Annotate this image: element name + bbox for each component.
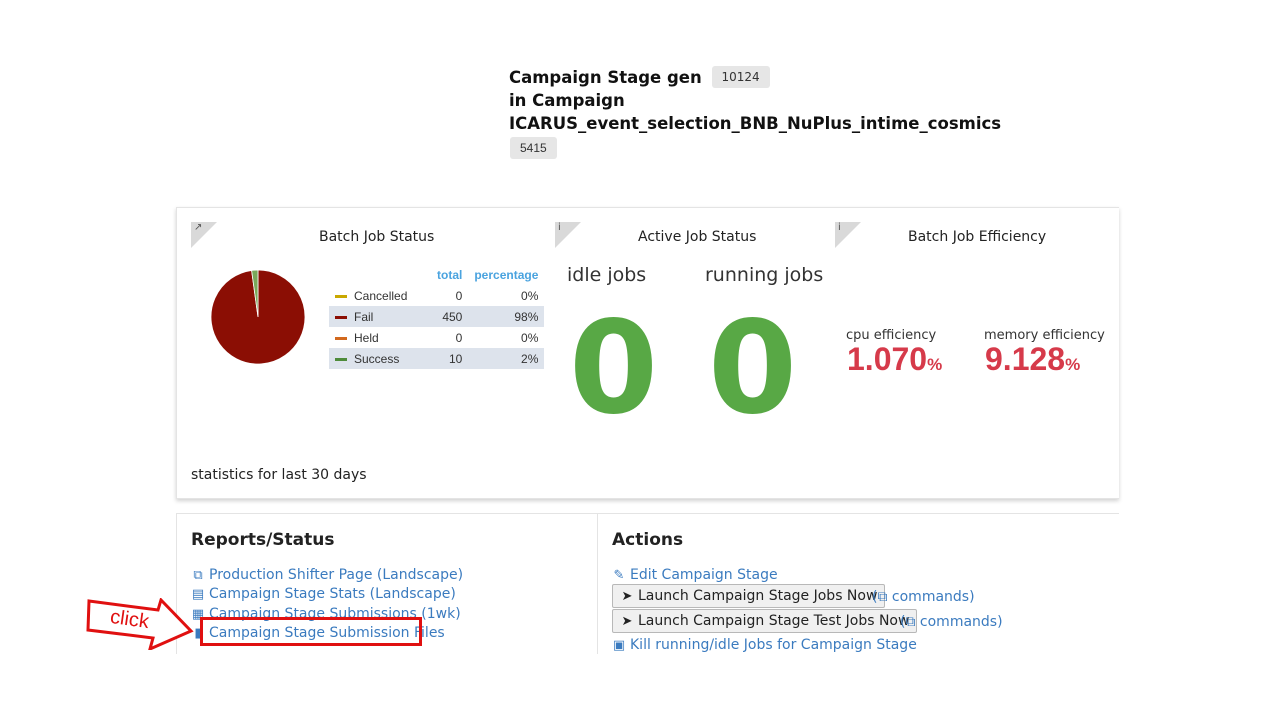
link-label: Edit Campaign Stage xyxy=(630,567,778,583)
idle-jobs-count: 0 xyxy=(569,294,659,443)
percent-unit: % xyxy=(1065,355,1081,374)
active-job-status-title: Active Job Status xyxy=(638,229,757,245)
stage-title: Campaign Stage gen 10124 xyxy=(509,66,1029,89)
legend-label: Success xyxy=(354,351,400,366)
legend-swatch xyxy=(335,357,347,361)
external-link-icon: ⧉ xyxy=(877,589,888,605)
link-label: Campaign Stage Stats (Landscape) xyxy=(209,586,456,602)
legend-label: Held xyxy=(354,330,379,345)
batch-job-status-title: Batch Job Status xyxy=(319,229,435,245)
button-label: Launch Campaign Stage Test Jobs Now xyxy=(638,613,910,629)
info-icon[interactable]: i xyxy=(835,222,861,248)
legend-total: 0 xyxy=(455,330,463,345)
link-label: commands xyxy=(891,589,970,605)
legend-pct: 2% xyxy=(468,348,545,369)
active-job-status-section: i Active Job Status idle jobs 0 running … xyxy=(555,208,833,498)
legend-pct: 0% xyxy=(521,330,539,345)
launch-jobs-button[interactable]: ➤ Launch Campaign Stage Jobs Now xyxy=(612,584,886,608)
launch-commands-link[interactable]: (⧉ commands) xyxy=(872,589,975,605)
launch-test-commands-link[interactable]: (⧉ commands) xyxy=(900,614,1003,630)
stats-panel: ↗ Batch Job Status total percentage Canc… xyxy=(176,207,1119,499)
legend-row-success: Success 10 2% xyxy=(329,348,545,369)
campaign-name: ICARUS_event_selection_BNB_NuPlus_intime… xyxy=(509,114,1002,133)
link-label: Production Shifter Page (Landscape) xyxy=(209,567,464,583)
reports-title: Reports/Status xyxy=(191,530,335,550)
legend-total: 0 xyxy=(455,288,463,303)
col-percentage-header: percentage xyxy=(474,267,539,282)
legend-label: Cancelled xyxy=(354,288,408,303)
page-header: Campaign Stage gen 10124 in Campaign ICA… xyxy=(509,66,1029,159)
cpu-efficiency-value: 1.070% xyxy=(847,341,942,378)
click-arrow-annotation: click xyxy=(86,598,194,650)
external-link-icon[interactable]: ↗ xyxy=(191,222,217,248)
running-jobs-label: running jobs xyxy=(705,264,824,286)
click-highlight-box xyxy=(200,617,422,646)
batch-job-efficiency-title: Batch Job Efficiency xyxy=(908,229,1047,245)
legend-pct: 98% xyxy=(468,306,545,327)
rocket-icon: ➤ xyxy=(621,589,633,604)
percent-unit: % xyxy=(927,355,943,374)
kill-jobs-link[interactable]: ▣ Kill running/idle Jobs for Campaign Sta… xyxy=(612,637,917,653)
stage-title-text: Campaign Stage gen xyxy=(509,68,702,87)
legend-row-cancelled: Cancelled 0 0% xyxy=(329,285,544,306)
actions-title: Actions xyxy=(612,530,684,550)
edit-icon: ✎ xyxy=(613,568,625,583)
legend-label: Fail xyxy=(354,309,374,324)
rocket-icon: ➤ xyxy=(621,614,633,629)
legend-pct: 0% xyxy=(521,288,539,303)
external-link-icon: ⧉ xyxy=(193,568,203,583)
trash-icon: ▣ xyxy=(612,638,626,653)
actions-panel: Actions ✎ Edit Campaign Stage ➤ Launch Cam… xyxy=(597,513,1119,654)
running-jobs-count: 0 xyxy=(708,294,798,443)
edit-stage-link[interactable]: ✎ Edit Campaign Stage xyxy=(612,567,778,583)
legend-row-held: Held 0 0% xyxy=(329,327,544,348)
legend-row-fail: Fail 450 98% xyxy=(329,306,545,327)
cpu-efficiency-number: 1.070 xyxy=(847,341,928,377)
launch-test-jobs-button[interactable]: ➤ Launch Campaign Stage Test Jobs Now xyxy=(612,609,918,633)
info-icon[interactable]: i xyxy=(555,222,581,248)
col-total-header: total xyxy=(437,267,463,282)
production-shifter-link[interactable]: ⧉ Production Shifter Page (Landscape) xyxy=(191,567,463,583)
button-label: Launch Campaign Stage Jobs Now xyxy=(638,588,878,604)
stage-id-badge: 10124 xyxy=(711,66,770,88)
stage-stats-link[interactable]: ▤ Campaign Stage Stats (Landscape) xyxy=(191,586,456,602)
campaign-prefix: in Campaign xyxy=(509,91,625,110)
legend-total: 10 xyxy=(431,348,469,369)
legend-swatch xyxy=(335,336,347,340)
batch-status-pie-chart xyxy=(210,269,306,365)
link-label: commands xyxy=(919,614,998,630)
idle-jobs-label: idle jobs xyxy=(567,264,647,286)
memory-efficiency-number: 9.128 xyxy=(985,341,1066,377)
batch-job-efficiency-section: i Batch Job Efficiency cpu efficiency 1.… xyxy=(833,208,1119,498)
external-link-icon: ⧉ xyxy=(905,614,916,630)
link-label: Kill running/idle Jobs for Campaign Stag… xyxy=(630,637,917,653)
memory-efficiency-value: 9.128% xyxy=(985,341,1080,378)
stats-period-note: statistics for last 30 days xyxy=(191,467,367,483)
legend-swatch xyxy=(335,315,347,319)
batch-status-legend: total percentage Cancelled 0 0% Fail 450… xyxy=(329,264,545,369)
legend-total: 450 xyxy=(431,306,469,327)
campaign-id-badge: 5415 xyxy=(510,137,557,159)
batch-job-status-section: ↗ Batch Job Status total percentage Canc… xyxy=(177,208,555,498)
legend-swatch xyxy=(335,294,347,298)
